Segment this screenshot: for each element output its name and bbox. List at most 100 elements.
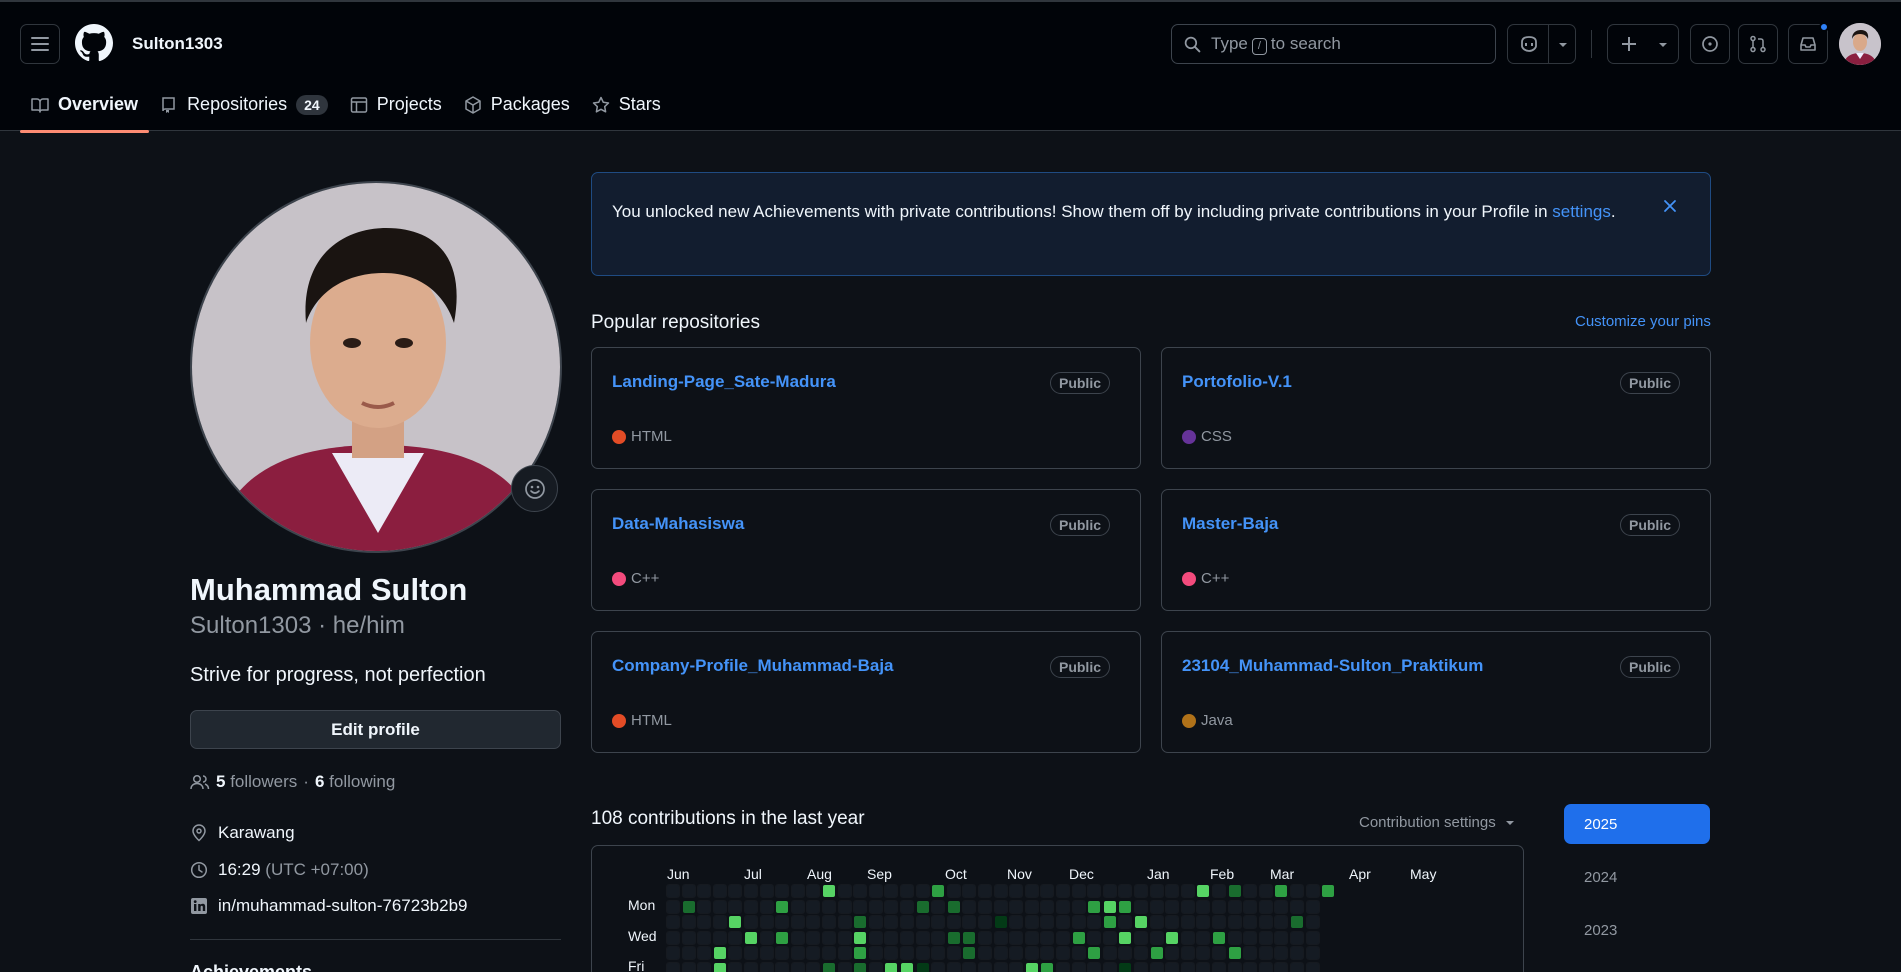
contribution-day-cell[interactable] (1024, 884, 1039, 898)
contribution-day-cell[interactable] (854, 947, 867, 960)
contribution-day-cell[interactable] (1149, 962, 1164, 972)
tab-repositories[interactable]: Repositories 24 (149, 82, 339, 127)
contribution-day-cell[interactable] (868, 884, 883, 898)
contribution-day-cell[interactable] (681, 962, 696, 972)
repo-link[interactable]: Portofolio-V.1 (1182, 372, 1292, 392)
contribution-day-cell[interactable] (1166, 931, 1179, 944)
contribution-day-cell[interactable] (1180, 915, 1195, 930)
contribution-day-cell[interactable] (666, 946, 680, 961)
contribution-day-cell[interactable] (978, 899, 992, 914)
contribution-day-cell[interactable] (1274, 899, 1289, 914)
contribution-day-cell[interactable] (884, 884, 899, 898)
contribution-day-cell[interactable] (947, 931, 960, 944)
contribution-day-cell[interactable] (1118, 946, 1133, 961)
pull-requests-button[interactable] (1738, 24, 1778, 64)
contribution-day-cell[interactable] (806, 930, 821, 945)
search-input[interactable]: Type / to search (1171, 24, 1496, 64)
contribution-day-cell[interactable] (1258, 962, 1273, 972)
copilot-button-group[interactable] (1507, 24, 1576, 64)
contribution-day-cell[interactable] (868, 915, 883, 930)
contribution-day-cell[interactable] (1134, 962, 1148, 972)
contribution-day-cell[interactable] (868, 899, 883, 914)
contribution-day-cell[interactable] (916, 900, 929, 913)
contribution-day-cell[interactable] (1087, 930, 1102, 945)
contribution-day-cell[interactable] (1228, 947, 1241, 960)
contribution-day-cell[interactable] (1071, 899, 1086, 914)
contribution-day-cell[interactable] (1118, 884, 1133, 898)
contribution-day-cell[interactable] (854, 963, 867, 972)
contribution-day-cell[interactable] (1040, 946, 1055, 961)
contribution-day-cell[interactable] (759, 884, 774, 898)
contribution-day-cell[interactable] (759, 915, 774, 930)
contribution-day-cell[interactable] (1103, 900, 1116, 913)
contribution-day-cell[interactable] (1243, 884, 1258, 898)
contribution-day-cell[interactable] (962, 884, 977, 898)
contribution-day-cell[interactable] (962, 899, 977, 914)
contribution-day-cell[interactable] (931, 915, 946, 930)
contribution-day-cell[interactable] (868, 930, 883, 945)
contribution-day-cell[interactable] (1212, 962, 1226, 972)
contribution-day-cell[interactable] (915, 884, 930, 898)
contribution-day-cell[interactable] (1290, 899, 1304, 914)
settings-link[interactable]: settings (1552, 202, 1611, 221)
contribution-day-cell[interactable] (1274, 962, 1289, 972)
profile-linkedin[interactable]: in/muhammad-sulton-76723b2b9 (190, 896, 468, 916)
contribution-day-cell[interactable] (806, 946, 821, 961)
contribution-day-cell[interactable] (776, 931, 789, 944)
header-username-link[interactable]: Sulton1303 (132, 34, 223, 54)
contribution-day-cell[interactable] (1180, 930, 1195, 945)
contribution-day-cell[interactable] (713, 963, 726, 972)
contribution-day-cell[interactable] (1149, 899, 1164, 914)
contribution-day-cell[interactable] (1180, 962, 1195, 972)
tab-overview[interactable]: Overview (20, 82, 150, 133)
close-icon[interactable] (1660, 196, 1680, 216)
contribution-day-cell[interactable] (1227, 930, 1242, 945)
contribution-day-cell[interactable] (1243, 962, 1258, 972)
contribution-day-cell[interactable] (666, 962, 680, 972)
contribution-day-cell[interactable] (900, 930, 914, 945)
contribution-day-cell[interactable] (1228, 885, 1241, 897)
profile-avatar[interactable] (190, 181, 562, 553)
contribution-day-cell[interactable] (790, 946, 805, 961)
menu-button[interactable] (20, 24, 60, 64)
contribution-day-cell[interactable] (962, 915, 977, 930)
contribution-day-cell[interactable] (837, 915, 852, 930)
contribution-day-cell[interactable] (1274, 930, 1289, 945)
contribution-day-cell[interactable] (1243, 915, 1258, 930)
contribution-day-cell[interactable] (1071, 962, 1086, 972)
contribution-day-cell[interactable] (790, 962, 805, 972)
contribution-day-cell[interactable] (790, 899, 805, 914)
contribution-day-cell[interactable] (1040, 884, 1055, 898)
contribution-day-cell[interactable] (775, 962, 790, 972)
contribution-day-cell[interactable] (682, 900, 695, 913)
contribution-day-cell[interactable] (1258, 915, 1273, 930)
contribution-day-cell[interactable] (666, 915, 680, 930)
contribution-day-cell[interactable] (854, 916, 867, 929)
contribution-day-cell[interactable] (978, 930, 992, 945)
user-avatar-menu[interactable] (1839, 23, 1881, 65)
contribution-day-cell[interactable] (1134, 884, 1148, 898)
contribution-day-cell[interactable] (884, 899, 899, 914)
contribution-day-cell[interactable] (1071, 946, 1086, 961)
contribution-day-cell[interactable] (1056, 962, 1070, 972)
contribution-day-cell[interactable] (1056, 899, 1070, 914)
contribution-day-cell[interactable] (868, 946, 883, 961)
contribution-day-cell[interactable] (697, 915, 712, 930)
contribution-day-cell[interactable] (1040, 915, 1055, 930)
contribution-day-cell[interactable] (790, 930, 805, 945)
contribution-day-cell[interactable] (1165, 899, 1180, 914)
contribution-day-cell[interactable] (1243, 946, 1258, 961)
contribution-day-cell[interactable] (1056, 946, 1070, 961)
contribution-day-cell[interactable] (1213, 931, 1225, 944)
contribution-day-cell[interactable] (1134, 899, 1148, 914)
contribution-day-cell[interactable] (946, 946, 961, 961)
contribution-day-cell[interactable] (1149, 915, 1164, 930)
contribution-day-cell[interactable] (1102, 946, 1117, 961)
contribution-day-cell[interactable] (822, 930, 836, 945)
contribution-day-cell[interactable] (744, 899, 758, 914)
contribution-day-cell[interactable] (1009, 884, 1024, 898)
contribution-day-cell[interactable] (759, 962, 774, 972)
contribution-day-cell[interactable] (1009, 930, 1024, 945)
followers-link[interactable]: 5 followers (216, 772, 297, 792)
contribution-day-cell[interactable] (1305, 899, 1320, 914)
